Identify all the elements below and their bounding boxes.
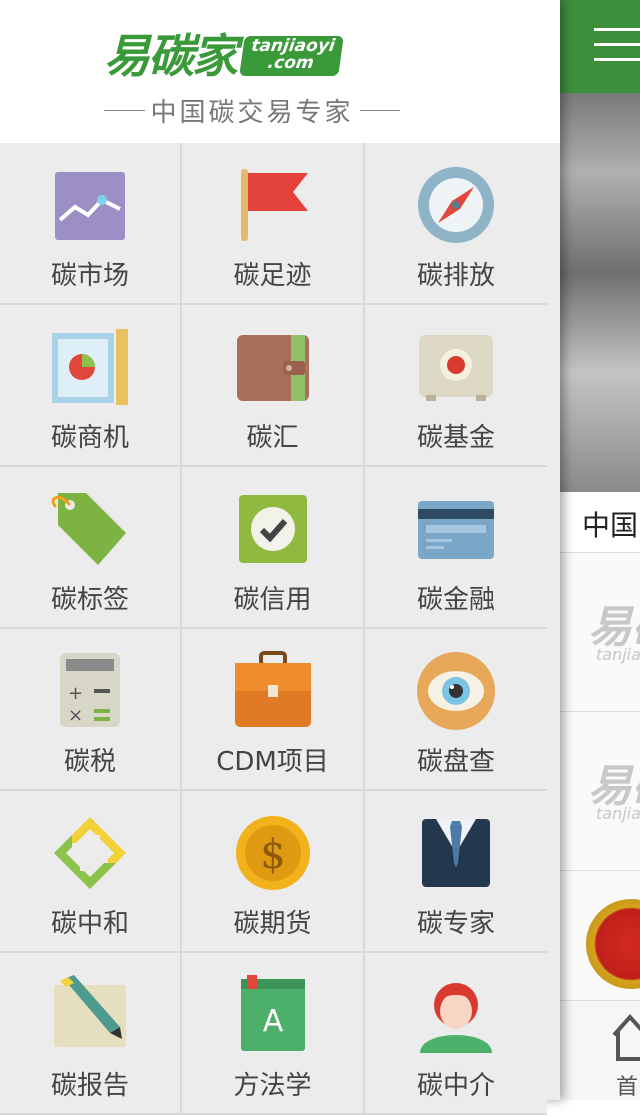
menu-item-carbon-agent[interactable]: 碳中介 [365,953,547,1115]
recycle-arrows-icon [54,817,126,889]
menu-item-carbon-tax[interactable]: + × 碳税 [0,629,182,791]
watermark-domain: tanjia [596,645,640,664]
menu-item-carbon-audit[interactable]: 碳盘查 [365,629,547,791]
logo-chinese-text: 易碳家 [104,29,238,83]
tag-icon [51,493,126,565]
news-section-header: 中国 [560,492,640,553]
checkmark-icon [238,495,307,563]
menu-item-label: 碳中和 [50,909,129,939]
menu-item-label: 碳中介 [416,1071,495,1101]
menu-item-carbon-footprint[interactable]: 碳足迹 [182,143,365,305]
dollar-coin-icon: $ [235,816,310,890]
credit-card-icon [418,501,494,559]
logo-badge-tld: .com [266,53,316,73]
menu-item-label: 碳标签 [50,585,129,615]
menu-item-carbon-emission[interactable]: 碳排放 [365,143,547,305]
svg-text:×: × [68,705,83,726]
menu-item-label: 碳盘查 [416,747,495,777]
menu-item-label: 碳信用 [233,585,312,615]
banner-image[interactable] [560,93,640,492]
menu-item-carbon-sink[interactable]: 碳汇 [182,305,365,467]
menu-item-carbon-credit[interactable]: 碳信用 [182,467,365,629]
compass-icon [418,167,494,243]
menu-item-label: 方法学 [233,1071,312,1101]
news-thumbnail[interactable]: 易碳 tanjia [560,712,640,871]
menu-item-label: 碳金融 [416,585,495,615]
menu-item-carbon-market[interactable]: 碳市场 [0,143,182,305]
news-thumbnail[interactable] [560,871,640,1001]
logo-header: 易碳家 tanjiaoyi .com 中国碳交易专家 [0,0,560,143]
person-icon [420,983,492,1053]
top-bar [560,0,640,93]
svg-text:A: A [262,1004,283,1039]
national-emblem-image [586,899,640,989]
menu-item-label: 碳报告 [50,1071,129,1101]
menu-item-carbon-expert[interactable]: 碳专家 [365,791,547,953]
svg-text:+: + [68,683,83,704]
menu-item-label: 碳期货 [233,909,312,939]
background-page: 中国 易碳 tanjia 易碳 tanjia 首 [560,0,640,1100]
tagline-divider-left [104,110,145,111]
menu-item-carbon-futures[interactable]: $ 碳期货 [182,791,365,953]
menu-item-methodology[interactable]: A 方法学 [182,953,365,1115]
book-a-icon: A [240,975,305,1051]
menu-item-label: 碳商机 [50,423,129,453]
tagline-divider-right [359,110,401,111]
menu-item-label: 碳足迹 [233,261,312,291]
menu-item-label: 碳税 [63,747,116,777]
pencil-note-icon [54,975,126,1047]
menu-item-cdm-project[interactable]: CDM项目 [182,629,365,791]
news-thumbnail[interactable]: 易碳 tanjia [560,553,640,712]
hamburger-menu-icon[interactable] [594,28,640,64]
menu-item-label: CDM项目 [216,747,329,777]
menu-item-carbon-neutral[interactable]: 碳中和 [0,791,182,953]
bottom-tab-bar: 首 [560,1000,640,1100]
menu-item-label: 碳排放 [416,261,495,291]
menu-item-label: 碳专家 [416,909,495,939]
briefcase-icon [234,651,311,727]
menu-grid: 碳市场 碳足迹 碳排放 碳商机 碳汇 碳基金 碳标签 碳信用 碳金融 + × 碳… [0,143,547,1115]
menu-item-label: 碳基金 [416,423,495,453]
menu-item-carbon-report[interactable]: 碳报告 [0,953,182,1115]
tab-home-label[interactable]: 首 [616,1069,638,1100]
svg-text:$: $ [260,832,285,878]
safe-icon [419,335,493,401]
logo-tagline: 中国碳交易专家 [104,92,401,129]
logo-badge: tanjiaoyi .com [239,36,345,76]
pie-chart-ruler-icon [52,329,128,405]
tagline-text: 中国碳交易专家 [150,98,354,128]
market-chart-icon [55,172,125,240]
site-logo[interactable]: 易碳家 tanjiaoyi .com [104,16,345,90]
navigation-drawer: 易碳家 tanjiaoyi .com 中国碳交易专家 碳市场 碳足迹 碳排放 碳… [0,0,560,1115]
watermark-domain: tanjia [596,804,640,823]
eye-icon [417,652,495,730]
suit-tie-icon [422,819,490,887]
home-icon[interactable] [610,1009,640,1065]
menu-item-carbon-finance[interactable]: 碳金融 [365,467,547,629]
menu-item-carbon-business[interactable]: 碳商机 [0,305,182,467]
flag-icon [240,169,308,241]
menu-item-carbon-label[interactable]: 碳标签 [0,467,182,629]
menu-item-label: 碳市场 [50,261,129,291]
calculator-icon: + × [60,653,120,727]
menu-item-label: 碳汇 [246,423,299,453]
wallet-icon [236,335,309,401]
news-heading-text: 中国 [582,509,639,542]
menu-item-carbon-fund[interactable]: 碳基金 [365,305,547,467]
